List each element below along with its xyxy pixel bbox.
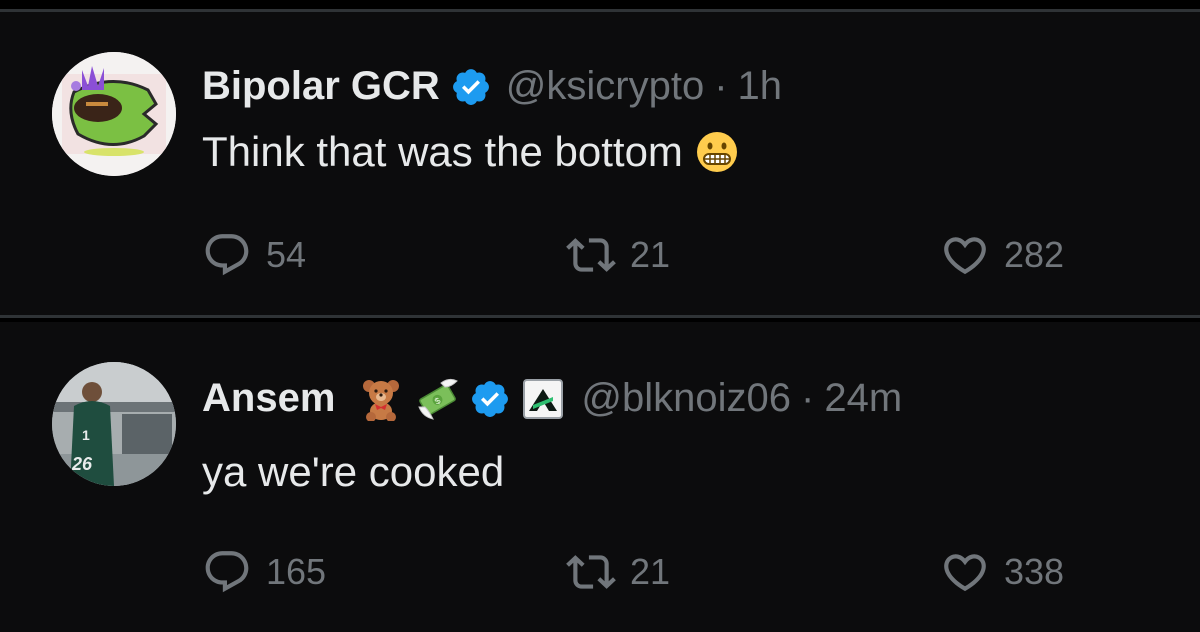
like-count: 338: [1004, 551, 1065, 592]
tweet-body: Think that was the bottom: [202, 128, 683, 175]
verified-badge-icon[interactable]: [469, 378, 511, 420]
retweet-icon: [566, 238, 616, 272]
retweet-count: 21: [630, 234, 671, 275]
reply-icon: [205, 551, 249, 593]
tweet-header: Ansem $ @blknoiz06 · 24m: [202, 376, 902, 422]
reply-button[interactable]: 54: [202, 230, 306, 280]
timestamp[interactable]: 1h: [738, 64, 783, 109]
reply-count: 165: [266, 551, 327, 592]
separator-dot: ·: [714, 64, 728, 108]
affiliate-logo-icon[interactable]: [523, 378, 564, 419]
avatar[interactable]: 1 26: [52, 362, 176, 486]
tweet-actions: 54 21 282: [202, 230, 1102, 280]
svg-text:26: 26: [71, 454, 93, 474]
tweet-actions: 165 21 338: [202, 547, 1102, 597]
reply-icon: [205, 234, 249, 276]
tweet-text: ya we're cooked: [202, 448, 504, 496]
separator-dot: ·: [801, 376, 815, 420]
retweet-icon: [566, 555, 616, 589]
teddy-bear-icon: [359, 377, 403, 422]
display-name[interactable]: Bipolar GCR: [202, 64, 440, 109]
avatar[interactable]: [52, 52, 176, 176]
retweet-button[interactable]: 21: [566, 547, 670, 597]
tweet-card[interactable]: Bipolar GCR @ksicrypto · 1h Think that w…: [0, 12, 1200, 318]
money-with-wings-icon: $: [415, 377, 459, 421]
retweet-count: 21: [630, 551, 671, 592]
handle[interactable]: @blknoiz06: [581, 376, 791, 421]
top-divider: [0, 0, 1200, 12]
svg-text:1: 1: [82, 427, 90, 443]
handle[interactable]: @ksicrypto: [506, 64, 704, 109]
retweet-button[interactable]: 21: [566, 230, 670, 280]
verified-badge-icon[interactable]: [450, 66, 492, 108]
grimacing-face-icon: [695, 130, 739, 174]
tweet-card[interactable]: 1 26 Ansem $ @blknoiz06 · 24m ya we're c…: [0, 322, 1200, 632]
tweet-text: Think that was the bottom: [202, 128, 739, 176]
reply-count: 54: [266, 234, 307, 275]
timestamp[interactable]: 24m: [824, 376, 902, 421]
heart-icon: [944, 237, 986, 275]
like-button[interactable]: 338: [940, 547, 1064, 597]
tweet-header: Bipolar GCR @ksicrypto · 1h: [202, 64, 782, 109]
reply-button[interactable]: 165: [202, 547, 326, 597]
tweet-body: ya we're cooked: [202, 448, 505, 495]
like-button[interactable]: 282: [940, 230, 1064, 280]
like-count: 282: [1004, 234, 1065, 275]
display-name[interactable]: Ansem: [202, 376, 335, 421]
heart-icon: [944, 554, 986, 592]
